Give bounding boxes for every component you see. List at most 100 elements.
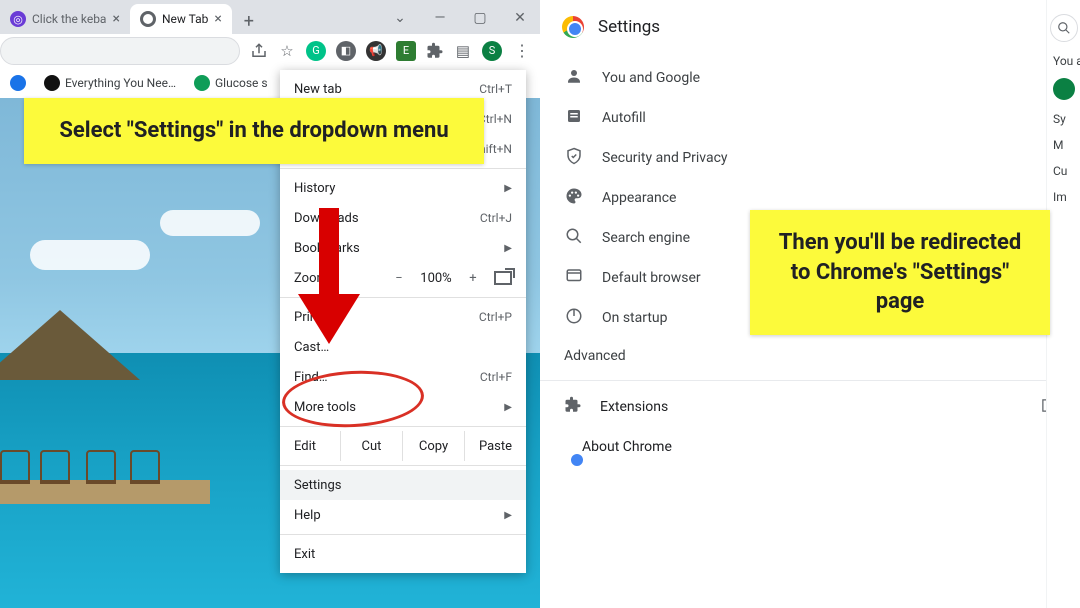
menu-copy[interactable]: Copy	[402, 431, 464, 461]
extension-icon[interactable]: E	[396, 41, 416, 61]
bookmark-favicon	[194, 75, 210, 91]
tab-title: Click the keba	[32, 12, 106, 26]
address-bar[interactable]	[0, 37, 240, 65]
browser-toolbar: ☆ G ◧ 📢 E ▤ S ⋮	[0, 34, 540, 68]
tab-favicon: ◎	[10, 11, 26, 27]
puzzle-icon	[564, 396, 582, 418]
menu-label: Help	[294, 508, 321, 523]
chevron-right-icon: ▶	[504, 183, 512, 194]
chevron-right-icon: ▶	[504, 510, 512, 521]
nav-label: Appearance	[602, 190, 676, 206]
bookmark-favicon	[10, 75, 26, 91]
nav-about-chrome[interactable]: About Chrome	[540, 427, 1080, 467]
extension-icon[interactable]: ◧	[336, 41, 356, 61]
star-icon[interactable]: ☆	[278, 42, 296, 60]
close-icon[interactable]: ×	[214, 11, 221, 27]
peek-text: M	[1047, 126, 1080, 152]
beach-chair	[0, 450, 30, 484]
menu-edit-row: Edit Cut Copy Paste	[280, 431, 526, 461]
tab-inactive[interactable]: ◎ Click the keba ×	[0, 4, 130, 34]
nav-label: Default browser	[602, 270, 701, 286]
cloud	[160, 210, 260, 236]
menu-help[interactable]: Help ▶	[280, 500, 526, 530]
settings-content-peek: You a Sy M Cu Im	[1046, 0, 1080, 608]
tab-title: New Tab	[162, 12, 208, 26]
menu-exit[interactable]: Exit	[280, 539, 526, 569]
beach-chair	[130, 450, 160, 484]
palette-icon	[564, 187, 584, 209]
menu-settings[interactable]: Settings	[280, 470, 526, 500]
chevron-down-icon[interactable]: ⌄	[380, 2, 420, 34]
nav-label: Advanced	[564, 348, 626, 364]
menu-label: Edit	[280, 431, 340, 461]
nav-label: On startup	[602, 310, 668, 326]
browser-icon	[564, 267, 584, 289]
nav-you-and-google[interactable]: You and Google	[540, 58, 1080, 98]
share-icon[interactable]	[250, 42, 268, 60]
nav-extensions[interactable]: Extensions	[540, 387, 1080, 427]
search-icon[interactable]	[1050, 14, 1078, 42]
menu-label: New tab	[294, 82, 342, 97]
menu-label: History	[294, 181, 335, 196]
annotation-callout: Select "Settings" in the dropdown menu	[24, 98, 484, 164]
power-icon	[564, 307, 584, 329]
bookmark-label: Everything You Nee…	[65, 76, 176, 90]
chevron-right-icon: ▶	[504, 402, 512, 413]
peek-text: You a	[1047, 42, 1080, 68]
beach-chair	[40, 450, 70, 484]
bookmark-item[interactable]	[10, 75, 26, 91]
menu-paste[interactable]: Paste	[464, 431, 526, 461]
tab-strip: ◎ Click the keba × New Tab × + ⌄ — ▢ ✕	[0, 0, 540, 34]
bookmark-label: Glucose s	[215, 76, 268, 90]
minimize-button[interactable]: —	[420, 2, 460, 34]
bookmark-item[interactable]: Glucose s	[194, 75, 268, 91]
menu-shortcut: Ctrl+P	[479, 310, 512, 324]
zoom-value: 100%	[416, 271, 456, 286]
profile-avatar[interactable]: S	[482, 41, 502, 61]
shield-icon	[564, 147, 584, 169]
menu-shortcut: Ctrl+F	[480, 370, 512, 384]
nav-autofill[interactable]: Autofill	[540, 98, 1080, 138]
extension-grammarly-icon[interactable]: G	[306, 41, 326, 61]
nav-label: Security and Privacy	[602, 150, 728, 166]
bookmark-item[interactable]: Everything You Nee…	[44, 75, 176, 91]
peek-text: Cu	[1047, 152, 1080, 178]
settings-header: Settings	[540, 0, 1080, 54]
new-tab-button[interactable]: +	[236, 8, 262, 34]
nav-label: Extensions	[600, 399, 668, 415]
extensions-puzzle-icon[interactable]	[426, 42, 444, 60]
extension-megaphone-icon[interactable]: 📢	[366, 41, 386, 61]
nav-label: Search engine	[602, 230, 690, 246]
tab-favicon	[140, 11, 156, 27]
menu-cut[interactable]: Cut	[340, 431, 402, 461]
kebab-menu-button[interactable]: ⋮	[512, 41, 532, 60]
close-icon[interactable]: ×	[112, 11, 119, 27]
nav-label: Autofill	[602, 110, 646, 126]
close-window-button[interactable]: ✕	[500, 2, 540, 34]
search-icon	[564, 227, 584, 249]
fullscreen-icon[interactable]	[494, 271, 512, 285]
nav-advanced[interactable]: Advanced ▼	[540, 338, 1080, 374]
settings-title: Settings	[598, 17, 660, 37]
cloud	[30, 240, 150, 270]
nav-label: You and Google	[602, 70, 700, 86]
annotation-arrow	[306, 208, 352, 348]
menu-label: Exit	[294, 547, 315, 562]
nav-security[interactable]: Security and Privacy	[540, 138, 1080, 178]
person-icon	[564, 67, 584, 89]
peek-text: Im	[1047, 178, 1080, 204]
tab-active[interactable]: New Tab ×	[130, 4, 232, 34]
menu-shortcut: Ctrl+T	[479, 82, 512, 96]
zoom-out-button[interactable]: −	[388, 271, 410, 286]
zoom-in-button[interactable]: +	[462, 271, 484, 286]
autofill-icon	[564, 107, 584, 129]
maximize-button[interactable]: ▢	[460, 2, 500, 34]
profile-avatar	[1053, 78, 1075, 100]
peek-text: Sy	[1047, 100, 1080, 126]
menu-history[interactable]: History ▶	[280, 173, 526, 203]
nav-label: About Chrome	[582, 439, 672, 455]
annotation-callout: Then you'll be redirected to Chrome's "S…	[750, 210, 1050, 335]
chevron-right-icon: ▶	[504, 243, 512, 254]
reading-list-icon[interactable]: ▤	[454, 42, 472, 60]
beach-chair	[86, 450, 116, 484]
